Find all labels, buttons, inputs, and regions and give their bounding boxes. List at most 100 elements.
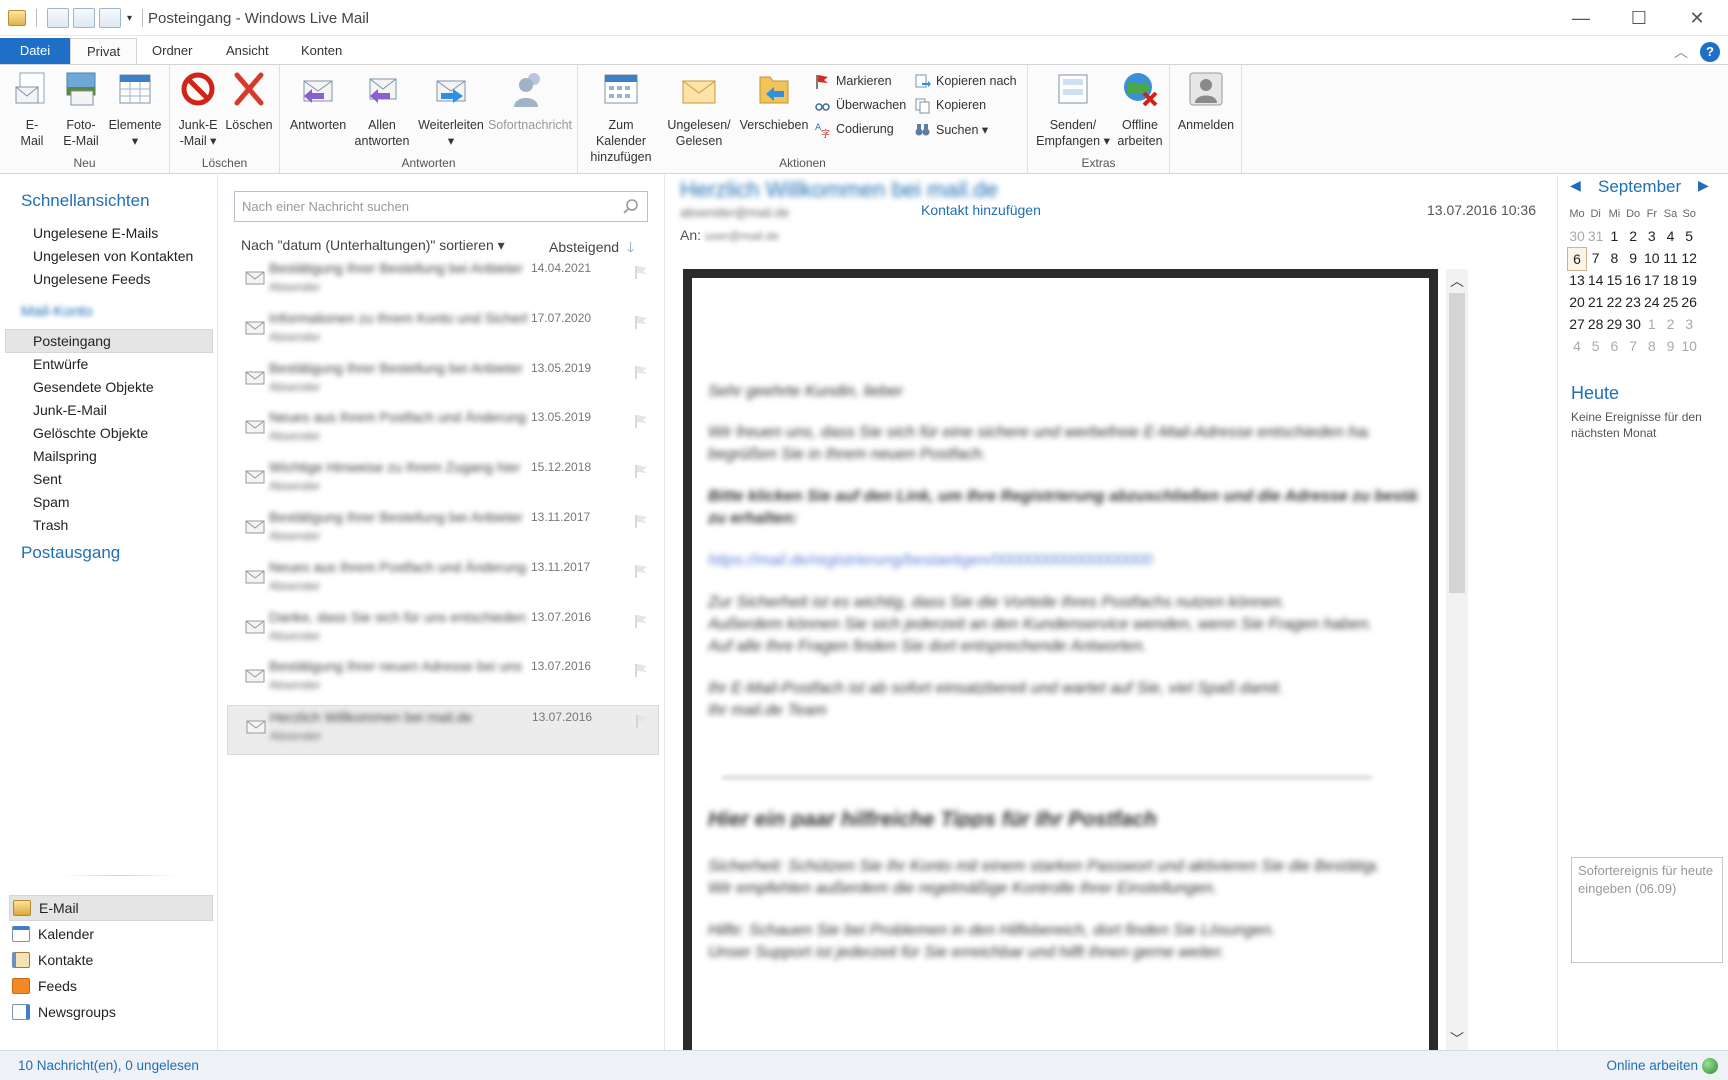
message-row[interactable]: Informationen zu Ihrem Konto und Sicherh… <box>227 307 659 357</box>
new-mail-icon[interactable] <box>47 8 69 28</box>
flag-icon[interactable] <box>633 265 649 279</box>
calendar-day[interactable]: 28 <box>1586 313 1606 335</box>
flag-icon[interactable] <box>633 464 649 479</box>
flag-icon[interactable] <box>633 315 649 329</box>
calendar-day[interactable]: 4 <box>1567 335 1587 357</box>
flag-icon[interactable] <box>633 365 649 379</box>
flag-icon[interactable] <box>633 614 649 628</box>
calendar-day[interactable]: 6 <box>1604 335 1624 357</box>
calendar-day[interactable]: 16 <box>1623 269 1643 291</box>
flag-icon[interactable] <box>633 564 649 578</box>
message-row[interactable]: Danke, dass Sie sich für uns entschieden… <box>227 606 659 656</box>
encoding-button[interactable]: A字 Codierung <box>814 119 894 139</box>
send-receive-button[interactable]: Senden/ Empfangen ▾ <box>1034 69 1112 149</box>
calendar-day[interactable]: 24 <box>1642 291 1662 313</box>
calendar-day[interactable]: 1 <box>1604 225 1624 247</box>
quick-view-unread[interactable]: Ungelesene E-Mails <box>33 222 158 244</box>
tab-datei[interactable]: Datei <box>0 38 70 65</box>
message-row[interactable]: Neues aus Ihrem Postfach und Änderungen A… <box>227 556 659 606</box>
folder-inbox[interactable]: Posteingang <box>33 330 111 352</box>
items-button[interactable]: Elemente ▾ <box>106 69 164 149</box>
calendar-day[interactable]: 2 <box>1623 225 1643 247</box>
tab-privat[interactable]: Privat <box>70 38 138 65</box>
flag-icon[interactable] <box>633 514 649 528</box>
reply-all-button[interactable]: Allen antworten <box>352 69 412 149</box>
flag-icon[interactable] <box>634 714 650 729</box>
calendar-day[interactable]: 10 <box>1642 247 1662 269</box>
message-row[interactable]: Bestätigung Ihrer Bestellung bei Anbiete… <box>227 506 659 556</box>
junk-mail-button[interactable]: Junk-E -Mail ▾ <box>176 69 220 149</box>
calendar-day[interactable]: 17 <box>1642 269 1662 291</box>
calendar-day[interactable]: 14 <box>1586 269 1606 291</box>
calendar-day[interactable]: 15 <box>1604 269 1624 291</box>
calendar-day[interactable]: 5 <box>1679 225 1699 247</box>
calendar-day[interactable]: 8 <box>1604 247 1624 269</box>
message-row[interactable]: Neues aus Ihrem Postfach und Änderungen A… <box>227 406 659 456</box>
unread-read-button[interactable]: Ungelesen/ Gelesen <box>664 69 734 149</box>
folder-junk[interactable]: Junk-E-Mail <box>33 399 107 421</box>
calendar-day[interactable]: 26 <box>1679 291 1699 313</box>
folder-sent-items[interactable]: Gesendete Objekte <box>33 376 154 398</box>
quick-view-unread-contacts[interactable]: Ungelesen von Kontakten <box>33 245 193 267</box>
close-button[interactable]: ✕ <box>1668 0 1726 36</box>
calendar-day[interactable]: 6 <box>1567 247 1587 271</box>
calendar-day[interactable]: 12 <box>1679 247 1699 269</box>
add-to-calendar-button[interactable]: Zum Kalender hinzufügen <box>582 69 660 165</box>
calendar-day[interactable]: 20 <box>1567 291 1587 313</box>
search-box[interactable]: Nach einer Nachricht suchen <box>234 191 648 222</box>
scroll-down-icon[interactable]: ﹀ <box>1450 1029 1464 1049</box>
reply-icon[interactable] <box>73 8 95 28</box>
module-email[interactable]: E-Mail <box>9 895 213 921</box>
search-button[interactable]: Suchen ▾ <box>914 119 988 139</box>
message-row[interactable]: Wichtige Hinweise zu Ihrem Zugang hier Ab… <box>227 456 659 506</box>
outbox-heading[interactable]: Postausgang <box>21 543 120 563</box>
scroll-thumb[interactable] <box>1449 293 1465 593</box>
flag-icon[interactable] <box>633 414 649 429</box>
calendar-day[interactable]: 21 <box>1586 291 1606 313</box>
calendar-day[interactable]: 9 <box>1661 335 1681 357</box>
copy-button[interactable]: Kopieren <box>914 95 986 115</box>
message-row[interactable]: Bestätigung Ihrer Bestellung bei Anbiete… <box>227 257 659 307</box>
work-offline-button[interactable]: Offline arbeiten <box>1112 69 1168 149</box>
flag-icon[interactable] <box>633 663 649 678</box>
calendar-day[interactable]: 30 <box>1623 313 1643 335</box>
tab-ansicht[interactable]: Ansicht <box>210 38 285 65</box>
customize-toolbar-dropdown[interactable]: ▾ <box>127 13 132 24</box>
quick-view-unread-feeds[interactable]: Ungelesene Feeds <box>33 268 151 290</box>
flag-button[interactable]: Markieren <box>814 71 892 91</box>
scroll-up-icon[interactable]: ︿ <box>1450 271 1464 291</box>
forward-button[interactable]: Weiterleiten ▾ <box>412 69 490 149</box>
calendar-day[interactable]: 9 <box>1623 247 1643 269</box>
body-scrollbar[interactable]: ︿ ﹀ <box>1446 269 1468 1051</box>
module-feeds[interactable]: Feeds <box>9 973 213 999</box>
module-contacts[interactable]: Kontakte <box>9 947 213 973</box>
watch-button[interactable]: Überwachen <box>814 95 906 115</box>
body-link[interactable]: https://mail.de/registrierung/bestaetige… <box>708 552 1278 572</box>
calendar-day[interactable]: 1 <box>1642 313 1662 335</box>
calendar-day[interactable]: 3 <box>1679 313 1699 335</box>
ribbon-collapse-icon[interactable]: ︿ <box>1674 42 1688 62</box>
sort-by-dropdown[interactable]: Nach "datum (Unterhaltungen)" sortieren … <box>241 237 505 254</box>
module-newsgroups[interactable]: Newsgroups <box>9 999 213 1025</box>
calendar-day[interactable]: 5 <box>1586 335 1606 357</box>
message-row[interactable]: Bestätigung Ihrer neuen Adresse bei uns A… <box>227 655 659 705</box>
calendar-day[interactable]: 11 <box>1661 247 1681 269</box>
minimize-button[interactable]: — <box>1552 0 1610 36</box>
calendar-day[interactable]: 4 <box>1661 225 1681 247</box>
tab-ordner[interactable]: Ordner <box>136 38 208 65</box>
folder-mailspring[interactable]: Mailspring <box>33 445 97 467</box>
module-calendar[interactable]: Kalender <box>9 921 213 947</box>
calendar-day[interactable]: 23 <box>1623 291 1643 313</box>
next-month-icon[interactable]: ▶ <box>1698 177 1709 194</box>
prev-month-icon[interactable]: ◀ <box>1570 177 1581 194</box>
move-button[interactable]: Verschieben <box>736 69 812 133</box>
calendar-day[interactable]: 30 <box>1567 225 1587 247</box>
folder-sent[interactable]: Sent <box>33 468 62 490</box>
account-heading[interactable]: Mail-Konto <box>21 303 93 320</box>
folder-deleted[interactable]: Gelöschte Objekte <box>33 422 148 444</box>
calendar-day[interactable]: 7 <box>1586 247 1606 269</box>
instant-message-button[interactable]: Sofortnachricht <box>484 69 576 133</box>
calendar-day[interactable]: 10 <box>1679 335 1699 357</box>
calendar-day[interactable]: 29 <box>1604 313 1624 335</box>
reply-button[interactable]: Antworten <box>286 69 350 133</box>
